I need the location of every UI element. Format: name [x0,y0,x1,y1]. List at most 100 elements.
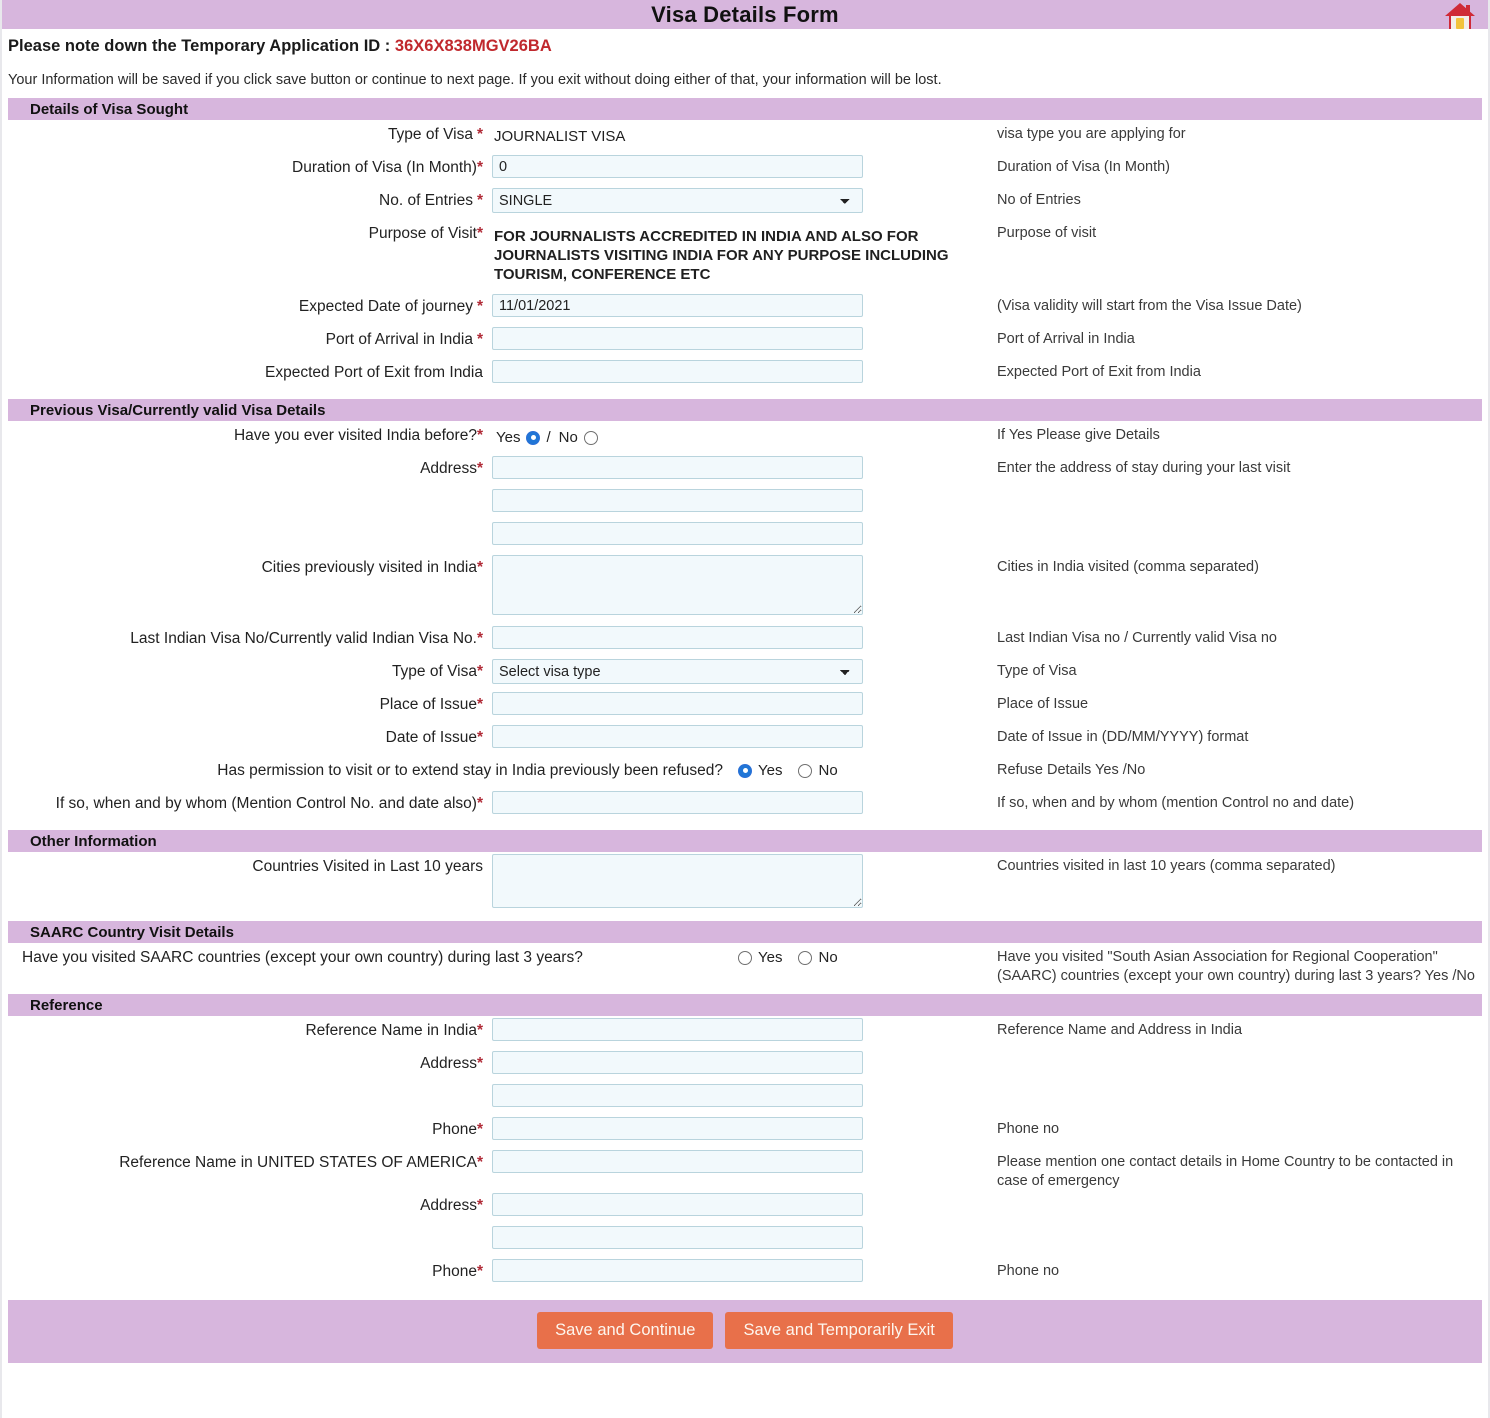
previous-visa-rows: Have you ever visited India before?* Yes… [2,421,1488,830]
saarc-yes-radio[interactable] [738,950,752,965]
row-duration: Duration of Visa (In Month)* Duration of… [2,153,1488,186]
row-port-arrival: Port of Arrival in India * Port of Arriva… [2,325,1488,358]
row-reference-phone-home: Phone* Phone no [2,1257,1488,1290]
visited-before-no-radio[interactable] [583,430,598,445]
refused-yes-radio[interactable] [738,763,752,778]
help-spacer [989,520,1488,525]
reference-address-home-line1-input[interactable] [492,1193,863,1216]
prev-address-line2-input[interactable] [492,489,863,512]
help-spacer [989,1191,1488,1196]
reference-address-home-line2-input[interactable] [492,1226,863,1249]
prev-address-line3-input[interactable] [492,522,863,545]
label-journey-date: Expected Date of journey * [298,298,483,315]
help-reference-phone-india: Phone no [997,1121,1060,1137]
visited-before-yes-radio[interactable] [526,430,541,445]
section-header-other-information: Other Information [8,830,1482,852]
field-duration [492,153,989,178]
help-visited-before: If Yes Please give Details [997,427,1160,443]
help-refused-details: If so, when and by whom (mention Control… [997,795,1355,811]
reference-phone-india-input[interactable] [492,1117,863,1140]
row-reference-address-home-1: Address* [2,1191,1488,1224]
value-purpose: FOR JOURNALISTS ACCREDITED IN INDIA AND … [494,228,949,283]
port-exit-input[interactable] [492,360,863,383]
help-refused: Refuse Details Yes /No [997,762,1146,778]
label-reference-phone-home: Phone* [432,1263,483,1280]
label-text: Purpose of Visit [368,225,477,242]
reference-address-india-line2-input[interactable] [492,1084,863,1107]
field-countries-visited [492,852,989,913]
help-spacer [989,1082,1488,1087]
label-text: Port of Arrival in India [325,331,473,348]
label-text: Phone [432,1121,477,1138]
label-reference-address-india: Address* [420,1055,483,1072]
section-header-saarc: SAARC Country Visit Details [8,921,1482,943]
label-text: Last Indian Visa No/Currently valid Indi… [130,630,477,647]
label-cities-visited: Cities previously visited in India* [261,559,483,576]
field-journey-date [492,292,989,317]
help-reference-phone-home: Phone no [997,1263,1060,1279]
label-text: Type of Visa [391,663,477,680]
saarc-no-radio[interactable] [798,950,813,965]
reference-phone-home-input[interactable] [492,1259,863,1282]
help-spacer [989,487,1488,492]
field-date-of-issue [492,723,989,748]
section-title: SAARC Country Visit Details [30,923,234,941]
help-purpose: Purpose of visit [997,225,1097,241]
prev-address-line1-input[interactable] [492,456,863,479]
refused-details-input[interactable] [492,791,863,814]
row-refused-details: If so, when and by whom (Mention Control… [2,789,1488,822]
saarc-rows: Have you visited SAARC countries (except… [2,943,1488,994]
help-port-exit: Expected Port of Exit from India [997,364,1201,380]
temporary-application-id: Please note down the Temporary Applicati… [2,29,1488,60]
saarc-yes-label: Yes [758,949,783,966]
visited-before-yes-label: Yes [496,429,521,446]
last-visa-no-input[interactable] [492,626,863,649]
row-date-of-issue: Date of Issue* Date of Issue in (DD/MM/Y… [2,723,1488,756]
section-title: Other Information [30,832,157,850]
visited-before-no-label: No [558,429,578,446]
app-id-value: 36X6X838MGV26BA [394,37,552,55]
help-duration: Duration of Visa (In Month) [997,159,1171,175]
reference-address-india-line1-input[interactable] [492,1051,863,1074]
visa-details-page: Visa Details Form Please note down the T… [0,0,1490,1418]
save-and-temporarily-exit-button[interactable]: Save and Temporarily Exit [725,1312,953,1349]
field-type-of-visa: JOURNALIST VISA [492,120,989,145]
app-id-label: Please note down the Temporary Applicati… [8,37,391,55]
form-footer: Save and Continue Save and Temporarily E… [8,1300,1482,1363]
label-text: No. of Entries [379,192,473,209]
row-reference-address-india-2 [2,1082,1488,1115]
cities-visited-textarea[interactable] [492,555,863,615]
label-type-of-visa: Type of Visa * [387,126,483,143]
date-of-issue-input[interactable] [492,725,863,748]
label-place-of-issue: Place of Issue* [379,696,483,713]
reference-name-india-input[interactable] [492,1018,863,1041]
label-text: Reference Name in UNITED STATES OF AMERI… [119,1154,477,1171]
field-refused-details [492,789,989,814]
section-title: Reference [30,996,103,1014]
reference-name-home-input[interactable] [492,1150,863,1173]
label-prev-address: Address* [420,460,483,477]
label-countries-visited: Countries Visited in Last 10 years [252,858,483,875]
saarc-no-label: No [818,949,838,966]
help-countries-visited: Countries visited in last 10 years (comm… [997,858,1336,874]
save-and-continue-button[interactable]: Save and Continue [537,1312,714,1349]
help-spacer [989,1049,1488,1054]
duration-input[interactable] [492,155,863,178]
countries-visited-textarea[interactable] [492,854,863,908]
home-icon[interactable] [1440,0,1480,36]
label-visited-before: Have you ever visited India before?* [233,427,483,444]
label-last-visa-no: Last Indian Visa No/Currently valid Indi… [130,630,483,647]
entries-select[interactable]: SINGLE [492,188,863,213]
label-port-exit: Expected Port of Exit from India [265,364,483,381]
field-reference-address-home-1 [492,1191,989,1216]
help-prev-visa-type: Type of Visa [997,663,1077,679]
field-prev-address-2 [492,487,989,512]
journey-date-input[interactable] [492,294,863,317]
row-prev-visa-type: Type of Visa* Select visa type Type of V… [2,657,1488,690]
refused-no-radio[interactable] [798,763,813,778]
place-of-issue-input[interactable] [492,692,863,715]
prev-visa-type-select[interactable]: Select visa type [492,659,863,684]
port-arrival-input[interactable] [492,327,863,350]
